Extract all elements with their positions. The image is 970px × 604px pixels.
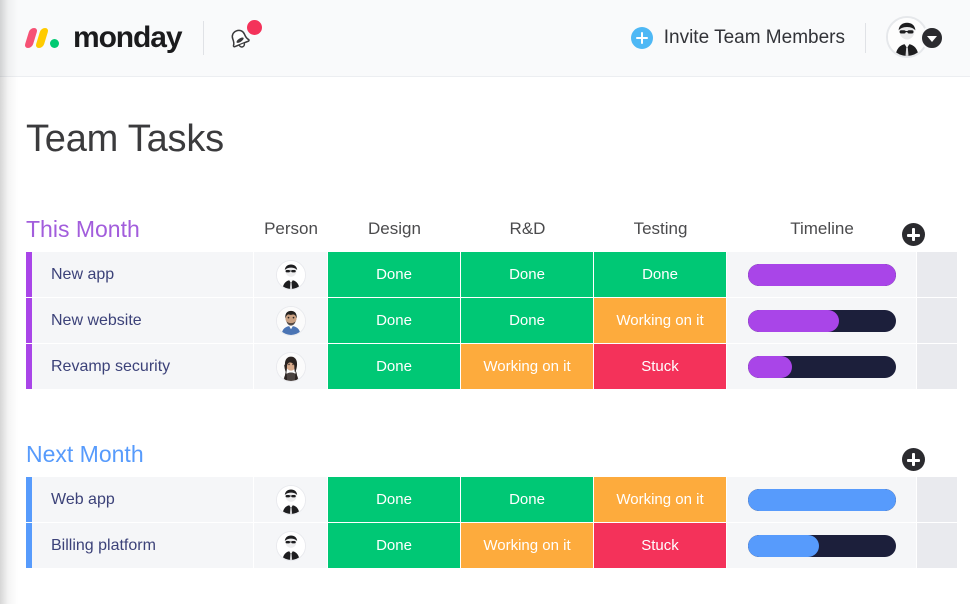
timeline-fill bbox=[748, 489, 896, 511]
account-menu[interactable] bbox=[886, 16, 944, 60]
cell-item-name[interactable]: Billing platform bbox=[32, 523, 254, 568]
cell-status-testing[interactable]: Done bbox=[594, 252, 727, 297]
timeline-fill bbox=[748, 264, 896, 286]
cell-person[interactable] bbox=[254, 523, 328, 568]
timeline-fill bbox=[748, 535, 819, 557]
column-header-person: Person bbox=[254, 219, 328, 239]
top-bar-right: Invite Team Members bbox=[631, 16, 944, 60]
board-group-this-month: This Month Person Design R&D Testing Tim… bbox=[0, 210, 970, 389]
cell-status-rnd[interactable]: Done bbox=[461, 477, 594, 522]
cell-status-rnd[interactable]: Done bbox=[461, 252, 594, 297]
cell-item-name[interactable]: New app bbox=[32, 252, 254, 297]
avatar[interactable] bbox=[276, 485, 306, 515]
board: This Month Person Design R&D Testing Tim… bbox=[0, 210, 970, 569]
cell-person[interactable] bbox=[254, 298, 328, 343]
timeline-track bbox=[748, 310, 896, 332]
cell-tail bbox=[917, 523, 957, 568]
notifications-button[interactable] bbox=[226, 20, 266, 56]
cell-status-design[interactable]: Done bbox=[328, 252, 461, 297]
cell-status-testing[interactable]: Stuck bbox=[594, 523, 727, 568]
avatar[interactable] bbox=[276, 352, 306, 382]
cell-timeline[interactable] bbox=[727, 298, 917, 343]
column-header-testing: Testing bbox=[594, 219, 727, 239]
logo-wordmark: monday bbox=[73, 23, 181, 53]
page-title: Team Tasks bbox=[26, 118, 224, 161]
group-rows-this-month: New app bbox=[0, 252, 970, 389]
table-row[interactable]: Revamp security bbox=[0, 344, 970, 389]
group-spacer bbox=[0, 390, 970, 435]
cell-status-rnd[interactable]: Working on it bbox=[461, 523, 594, 568]
cell-status-design[interactable]: Done bbox=[328, 523, 461, 568]
add-column-button[interactable] bbox=[902, 223, 925, 246]
cell-tail bbox=[917, 344, 957, 389]
cell-item-name[interactable]: Revamp security bbox=[32, 344, 254, 389]
avatar[interactable] bbox=[276, 260, 306, 290]
timeline-track bbox=[748, 535, 896, 557]
avatar[interactable] bbox=[276, 531, 306, 561]
timeline-track bbox=[748, 489, 896, 511]
table-row[interactable]: New app bbox=[0, 252, 970, 297]
cell-timeline[interactable] bbox=[727, 252, 917, 297]
table-row[interactable]: Web app bbox=[0, 477, 970, 522]
column-header-rnd: R&D bbox=[461, 219, 594, 239]
timeline-fill bbox=[748, 356, 792, 378]
cell-tail bbox=[917, 252, 957, 297]
cell-status-design[interactable]: Done bbox=[328, 344, 461, 389]
invite-team-members-label: Invite Team Members bbox=[664, 27, 845, 49]
cell-tail bbox=[917, 477, 957, 522]
cell-item-name[interactable]: Web app bbox=[32, 477, 254, 522]
table-row[interactable]: New website bbox=[0, 298, 970, 343]
group-title[interactable]: This Month bbox=[26, 216, 140, 243]
cell-person[interactable] bbox=[254, 252, 328, 297]
top-bar: monday Invite Team Members bbox=[0, 0, 970, 77]
cell-tail bbox=[917, 298, 957, 343]
brand-group[interactable]: monday bbox=[26, 23, 181, 53]
group-title[interactable]: Next Month bbox=[26, 441, 144, 468]
header-divider-1 bbox=[203, 21, 204, 55]
board-group-next-month: Next Month Web app bbox=[0, 435, 970, 568]
group-header-next-month: Next Month bbox=[0, 435, 970, 473]
chevron-down-icon[interactable] bbox=[920, 26, 944, 50]
group-header-this-month: This Month Person Design R&D Testing Tim… bbox=[0, 210, 970, 248]
column-header-design: Design bbox=[328, 219, 461, 239]
group-rows-next-month: Web app bbox=[0, 477, 970, 568]
cell-timeline[interactable] bbox=[727, 477, 917, 522]
table-row[interactable]: Billing platform bbox=[0, 523, 970, 568]
notification-badge bbox=[247, 20, 262, 35]
cell-person[interactable] bbox=[254, 344, 328, 389]
invite-team-members-button[interactable]: Invite Team Members bbox=[631, 27, 845, 49]
cell-timeline[interactable] bbox=[727, 523, 917, 568]
avatar[interactable] bbox=[276, 306, 306, 336]
cell-status-design[interactable]: Done bbox=[328, 298, 461, 343]
add-column-button[interactable] bbox=[902, 448, 925, 471]
plus-circle-icon bbox=[631, 27, 653, 49]
cell-timeline[interactable] bbox=[727, 344, 917, 389]
cell-item-name[interactable]: New website bbox=[32, 298, 254, 343]
cell-status-testing[interactable]: Stuck bbox=[594, 344, 727, 389]
timeline-fill bbox=[748, 310, 840, 332]
column-headers: Person Design R&D Testing Timeline bbox=[0, 210, 970, 248]
header-divider-2 bbox=[865, 23, 866, 53]
cell-person[interactable] bbox=[254, 477, 328, 522]
cell-status-testing[interactable]: Working on it bbox=[594, 477, 727, 522]
cell-status-rnd[interactable]: Working on it bbox=[461, 344, 594, 389]
cell-status-testing[interactable]: Working on it bbox=[594, 298, 727, 343]
timeline-track bbox=[748, 264, 896, 286]
cell-status-rnd[interactable]: Done bbox=[461, 298, 594, 343]
timeline-track bbox=[748, 356, 896, 378]
monday-logo-icon bbox=[26, 25, 68, 51]
cell-status-design[interactable]: Done bbox=[328, 477, 461, 522]
column-header-timeline: Timeline bbox=[727, 219, 917, 239]
